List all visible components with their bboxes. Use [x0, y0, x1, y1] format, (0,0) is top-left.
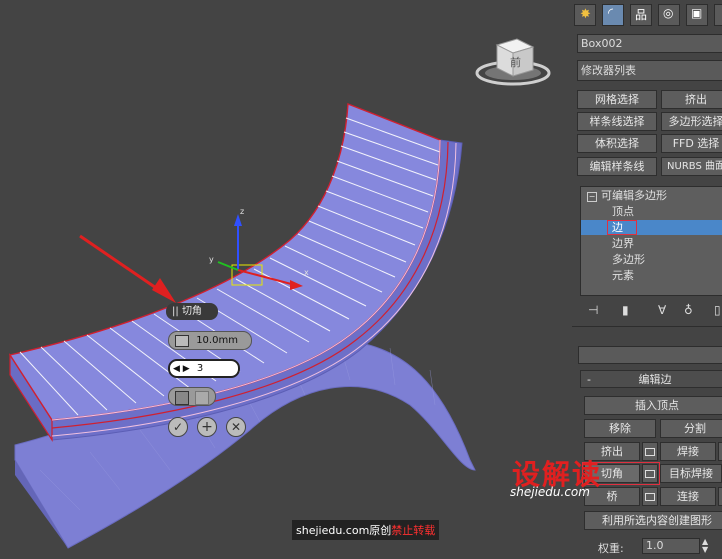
caddy-title[interactable]: || 切角 — [166, 303, 218, 320]
stack-highlight-box — [607, 220, 637, 235]
connect-settings-button[interactable] — [718, 487, 722, 506]
weight-spinner-icon[interactable]: ▲ ▼ — [702, 538, 708, 554]
rollout-title: 编辑边 — [638, 373, 672, 386]
caddy-title-label: 切角 — [181, 306, 202, 317]
collapse-icon[interactable]: − — [587, 192, 597, 202]
modifier-button-extrude[interactable]: 挤出 — [661, 90, 722, 109]
motion-tab-icon[interactable]: ◎ — [658, 4, 680, 26]
stack-item-border[interactable]: 边界 — [581, 236, 722, 251]
modifier-stack[interactable]: − 可编辑多边形 顶点 边 边界 多边形 元素 — [580, 186, 722, 296]
weld-button[interactable]: 焊接 — [660, 442, 716, 461]
modifier-button-edit-spline[interactable]: 编辑样条线 — [577, 157, 657, 176]
watermark-domain: shejiedu.com — [510, 485, 590, 499]
pin-stack-icon[interactable]: ⊣ — [588, 303, 598, 317]
split-button[interactable]: 分割 — [660, 419, 722, 438]
segments-spinner-icon[interactable]: ◀ ▶ — [173, 364, 190, 374]
stack-item-edge[interactable]: 边 — [581, 220, 722, 235]
show-end-result-icon[interactable]: ▮ — [622, 303, 629, 317]
create-tab-icon[interactable]: ✸ — [574, 4, 596, 26]
svg-text:x: x — [304, 268, 309, 277]
weld-settings-button[interactable] — [718, 442, 722, 461]
perspective-viewport[interactable]: z x y 前 || 切角 10.0mm ◀ ▶ 3 ✓ + ✕ shejied… — [0, 0, 570, 559]
settings-icon — [645, 493, 655, 501]
stack-item-element[interactable]: 元素 — [581, 268, 722, 283]
cancel-button[interactable]: ✕ — [226, 417, 246, 437]
ok-button[interactable]: ✓ — [168, 417, 188, 437]
chamfer-caddy: || 切角 10.0mm ◀ ▶ 3 ✓ + ✕ — [166, 303, 256, 443]
watermark-notice-warning: 禁止转载 — [391, 524, 436, 537]
modify-tab-icon[interactable]: ◜ — [602, 4, 624, 26]
settings-icon — [645, 448, 655, 456]
open-chamfer-icon[interactable] — [195, 391, 209, 405]
segments-value: 3 — [196, 363, 204, 374]
modifier-button-nurbs-surface[interactable]: NURBS 曲面 — [661, 157, 722, 176]
modifier-button-poly-select[interactable]: 多边形选择 — [661, 112, 722, 131]
watermark-logo: 设解读 shejiedu.com — [510, 453, 610, 499]
grip-icon: || — [172, 306, 179, 317]
create-shape-button[interactable]: 利用所选内容创建图形 — [584, 511, 722, 530]
viewcube-front-label: 前 — [510, 56, 521, 69]
stack-item-polygon[interactable]: 多边形 — [581, 252, 722, 267]
apply-button[interactable]: + — [197, 417, 217, 437]
selection-rollout-bar[interactable] — [578, 346, 722, 364]
modifier-button-mesh-select[interactable]: 网格选择 — [577, 90, 657, 109]
modifier-button-spline-select[interactable]: 样条线选择 — [577, 112, 657, 131]
amount-value: 10.0mm — [196, 335, 238, 346]
watermark-notice-site: shejiedu.com原创 — [296, 524, 392, 537]
weight-label: 权重: — [598, 542, 624, 555]
chamfer-amount-field[interactable]: 10.0mm — [168, 331, 252, 350]
chamfer-segments-field[interactable]: ◀ ▶ 3 — [168, 359, 240, 378]
panel-divider — [572, 326, 722, 327]
svg-text:y: y — [209, 255, 214, 264]
chamfer-option-buttons — [168, 387, 216, 406]
connect-button[interactable]: 连接 — [660, 487, 716, 506]
modifier-button-ffd-select[interactable]: FFD 选择 — [661, 134, 722, 153]
watermark-notice: shejiedu.com原创禁止转载 — [292, 520, 440, 540]
stack-item-vertex[interactable]: 顶点 — [581, 204, 722, 219]
stack-root-label: 可编辑多边形 — [601, 189, 667, 202]
display-tab-icon[interactable]: ▣ — [686, 4, 708, 26]
hierarchy-tab-icon[interactable]: 品 — [630, 4, 652, 26]
target-weld-button[interactable]: 目标焊接 — [660, 464, 722, 483]
bridge-settings-button[interactable] — [642, 487, 658, 506]
extrude-settings-button[interactable] — [642, 442, 658, 461]
insert-vertex-button[interactable]: 插入顶点 — [584, 396, 722, 415]
chamfer-type-icon[interactable] — [175, 391, 189, 405]
remove-modifier-icon[interactable]: ♁ — [684, 303, 693, 317]
amount-icon — [175, 335, 189, 347]
modifier-button-volume-select[interactable]: 体积选择 — [577, 134, 657, 153]
utilities-tab-icon[interactable] — [714, 4, 722, 26]
remove-button[interactable]: 移除 — [584, 419, 656, 438]
rollout-header[interactable]: - 编辑边 — [580, 370, 722, 388]
make-unique-icon[interactable]: ∀ — [658, 303, 666, 317]
annotation-arrow — [79, 234, 176, 303]
weight-field[interactable]: 1.0 — [642, 538, 700, 554]
viewport-scene: z x y — [8, 38, 551, 549]
svg-text:z: z — [240, 207, 244, 216]
configure-modifier-sets-icon[interactable]: ▯ — [714, 303, 721, 317]
stack-root-item[interactable]: − 可编辑多边形 — [581, 188, 722, 203]
rollout-collapse-icon: - — [587, 373, 591, 386]
modifier-list-dropdown[interactable]: 修改器列表 — [577, 60, 722, 81]
stack-toolbar: ⊣ ▮ ∀ ♁ ▯ — [584, 303, 722, 321]
object-name-field[interactable]: Box002 — [577, 34, 722, 53]
